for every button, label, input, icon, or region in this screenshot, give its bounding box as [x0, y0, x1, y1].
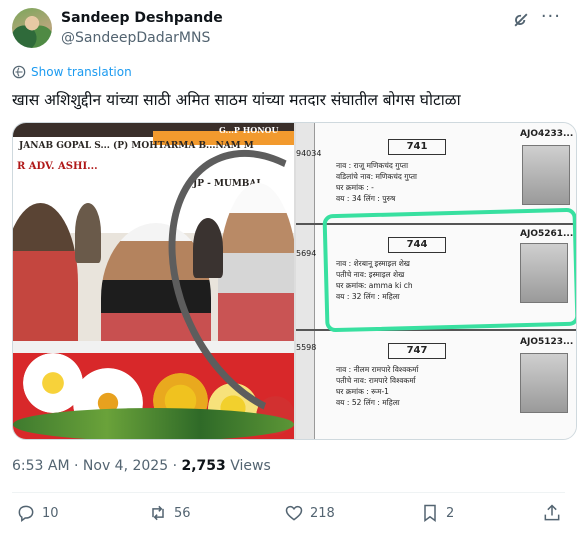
voter-photo — [520, 353, 568, 413]
tweet-time[interactable]: 6:53 AM — [12, 458, 70, 474]
tweet-text: खास अशिशुद्दीन यांच्या साठी अमित साठम या… — [12, 91, 461, 109]
share-button[interactable] — [542, 503, 562, 523]
views-count: 2,753 — [181, 458, 226, 474]
tweet-media[interactable]: JANAB GOPAL S... (P) MOHTARMA B...NAM M … — [12, 122, 577, 440]
voter-card-number: 741 — [388, 139, 446, 155]
voter-card-line: वडिलांचे नाव: मणिकचंद गुप्ता — [336, 172, 417, 181]
voter-card-side-number: 5598 — [296, 343, 317, 352]
voter-card-line: वय : 34 लिंग : पुरुष — [336, 194, 396, 203]
tweet-header: Sandeep Deshpande @SandeepDadarMNS ··· — [12, 6, 565, 48]
repost-count: 56 — [174, 505, 191, 521]
more-icon[interactable]: ··· — [541, 6, 561, 27]
like-count: 218 — [310, 505, 335, 521]
voter-card-line: वय : 52 लिंग : महिला — [336, 398, 400, 407]
banner-line-1: JANAB GOPAL S... (P) MOHTARMA B...NAM M — [19, 141, 254, 151]
divider — [12, 492, 565, 493]
bookmark-icon — [424, 504, 436, 522]
voter-card-line: घर क्रमांक : - — [336, 183, 374, 192]
translate-icon — [12, 65, 26, 79]
avatar[interactable] — [12, 8, 52, 48]
author-handle[interactable]: @SandeepDadarMNS — [61, 30, 210, 46]
voter-card-line: नाव : नीलम रामपारे विश्वकर्मा — [336, 365, 419, 374]
action-bar: 10 56 218 2 — [12, 503, 565, 529]
voter-photo — [522, 145, 570, 205]
voter-card: 5598 747 AJO5123... नाव : नीलम रामपारे व… — [296, 331, 576, 439]
event-photo[interactable]: JANAB GOPAL S... (P) MOHTARMA B...NAM M … — [13, 123, 294, 439]
banner-tag: G...P HONOU — [219, 125, 279, 135]
show-translation-label: Show translation — [31, 65, 132, 79]
tweet-date[interactable]: Nov 4, 2025 — [83, 458, 168, 474]
voter-card-side-number: 5694 — [296, 249, 317, 258]
highlight-box — [322, 207, 576, 333]
like-icon — [285, 505, 303, 521]
voter-card-side-number: 94034 — [296, 149, 322, 158]
show-translation-link[interactable]: Show translation — [12, 65, 132, 79]
leaves — [13, 408, 294, 439]
voter-card-line: नाव : राजू मणिकचंद गुप्ता — [336, 161, 409, 170]
repost-icon — [152, 505, 164, 521]
tweet-timestamp: 6:53 AM · Nov 4, 2025 · 2,753 Views — [12, 458, 271, 474]
voter-card-number: 747 — [388, 343, 446, 359]
reply-button[interactable]: 10 — [16, 503, 59, 523]
bookmark-button[interactable]: 2 — [420, 503, 454, 523]
banner-line-2: R ADV. ASHI... — [17, 161, 98, 172]
author-name[interactable]: Sandeep Deshpande — [61, 10, 223, 26]
voter-card-epic: AJO5123... — [520, 337, 574, 347]
like-button[interactable]: 218 — [284, 503, 335, 523]
voter-card-line: घर क्रमांक : रूम-1 — [336, 387, 389, 396]
bookmark-count: 2 — [446, 505, 455, 521]
views-label: Views — [230, 458, 271, 474]
voter-card-line: पतीचे नाव: रामपारे विश्वकर्मा — [336, 376, 416, 385]
share-icon — [544, 504, 560, 521]
reply-icon — [18, 505, 34, 522]
reply-count: 10 — [42, 505, 59, 521]
grok-icon[interactable] — [511, 10, 531, 30]
voter-card-epic: AJO4233... — [520, 129, 574, 139]
repost-button[interactable]: 56 — [148, 503, 191, 523]
voter-list-photo[interactable]: 94034 741 AJO4233... नाव : राजू मणिकचंद … — [296, 123, 576, 439]
person-bg-1 — [75, 203, 101, 263]
